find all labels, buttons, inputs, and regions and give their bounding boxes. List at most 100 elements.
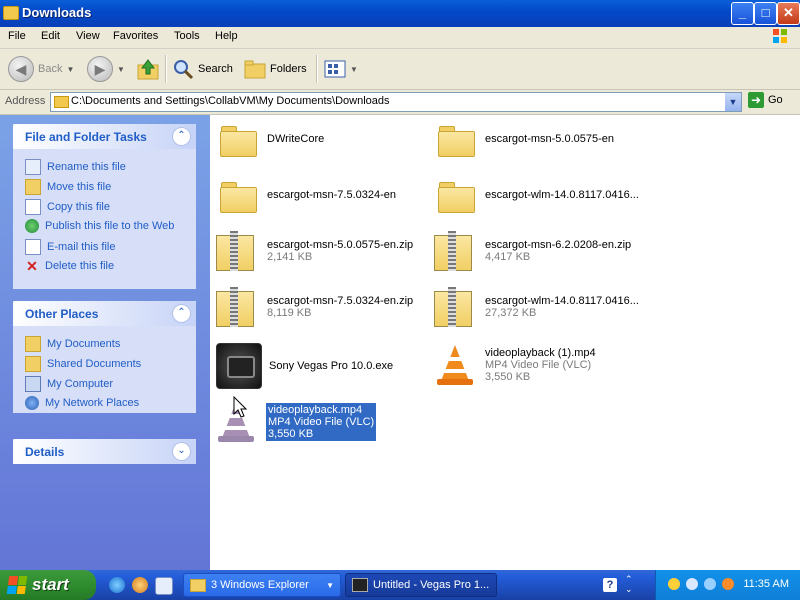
forward-arrow-icon: ▶ bbox=[87, 56, 113, 82]
menu-favorites[interactable]: Favorites bbox=[113, 30, 158, 42]
folders-button[interactable]: Folders bbox=[244, 55, 307, 83]
start-label: start bbox=[32, 575, 69, 594]
maximize-button[interactable]: □ bbox=[754, 2, 777, 25]
list-item-exe[interactable]: Sony Vegas Pro 10.0.exe bbox=[216, 343, 393, 389]
task-copy[interactable]: Copy this file bbox=[25, 199, 110, 215]
place-shared-documents[interactable]: Shared Documents bbox=[25, 356, 141, 372]
title-bar[interactable]: Downloads _ □ ✕ bbox=[0, 0, 800, 27]
expand-chevron-icon[interactable]: ⌄ bbox=[172, 442, 191, 461]
close-button[interactable]: ✕ bbox=[777, 2, 800, 25]
list-item-zip[interactable]: escargot-msn-5.0.0575-en.zip 2,141 KB bbox=[215, 231, 413, 271]
taskbar-button-explorer[interactable]: 3 Windows Explorer ▼ bbox=[183, 573, 341, 597]
windows-logo-icon bbox=[772, 28, 788, 44]
file-list[interactable]: DWriteCore escargot-msn-5.0.0575-en esca… bbox=[211, 115, 800, 570]
chevron-down-icon[interactable]: ▼ bbox=[725, 93, 741, 111]
rename-icon bbox=[25, 159, 41, 175]
menu-help[interactable]: Help bbox=[215, 30, 238, 42]
collapse-chevron-icon[interactable]: ⌃ bbox=[172, 127, 191, 146]
task-rename[interactable]: Rename this file bbox=[25, 159, 126, 175]
vlc-cone-icon bbox=[435, 343, 475, 387]
address-input[interactable]: C:\Documents and Settings\CollabVM\My Do… bbox=[50, 92, 742, 112]
folder-icon bbox=[437, 123, 475, 157]
chevron-down-icon[interactable]: ▼ bbox=[350, 65, 358, 74]
task-label: Delete this file bbox=[45, 260, 115, 272]
show-desktop-icon[interactable] bbox=[155, 577, 173, 595]
views-button[interactable]: ▼ bbox=[324, 55, 358, 83]
menu-file[interactable]: File bbox=[8, 30, 26, 42]
back-button[interactable]: ◀ Back ▼ bbox=[8, 55, 74, 83]
language-bar-arrows-icon[interactable]: ⌃ ⌄ bbox=[625, 574, 633, 594]
search-button[interactable]: Search bbox=[172, 55, 233, 83]
clock[interactable]: 11:35 AM bbox=[743, 578, 789, 590]
globe-icon bbox=[25, 219, 39, 233]
delete-x-icon: ✕ bbox=[26, 258, 38, 274]
update-icon[interactable] bbox=[722, 578, 734, 590]
chevron-down-icon[interactable]: ▼ bbox=[66, 65, 74, 74]
item-name: escargot-wlm-14.0.8117.0416... bbox=[485, 189, 639, 201]
move-icon bbox=[25, 179, 41, 195]
collapse-chevron-icon[interactable]: ⌃ bbox=[172, 304, 191, 323]
chevron-down-icon[interactable]: ▼ bbox=[117, 65, 125, 74]
taskbar-button-vegas[interactable]: Untitled - Vegas Pro 1... bbox=[345, 573, 497, 597]
up-folder-button[interactable] bbox=[136, 55, 160, 83]
help-icon[interactable]: ? bbox=[603, 578, 617, 592]
list-item-zip[interactable]: escargot-msn-6.2.0208-en.zip 4,417 KB bbox=[433, 231, 631, 271]
internet-explorer-icon[interactable] bbox=[109, 577, 125, 593]
search-label: Search bbox=[198, 63, 233, 75]
menu-tools[interactable]: Tools bbox=[174, 30, 200, 42]
back-label: Back bbox=[38, 63, 63, 75]
forward-button[interactable]: ▶ ▼ bbox=[87, 55, 125, 83]
minimize-button[interactable]: _ bbox=[731, 2, 754, 25]
list-item-folder[interactable]: DWriteCore bbox=[219, 123, 325, 157]
folder-icon bbox=[3, 6, 19, 20]
list-item-folder[interactable]: escargot-msn-5.0.0575-en bbox=[437, 123, 614, 157]
media-player-icon[interactable] bbox=[132, 577, 148, 593]
task-email[interactable]: E-mail this file bbox=[25, 239, 115, 255]
chevron-down-icon: ▼ bbox=[326, 580, 334, 590]
mouse-cursor-icon bbox=[233, 396, 247, 418]
security-shield-icon[interactable] bbox=[668, 578, 680, 590]
item-name: videoplayback.mp4 bbox=[268, 404, 363, 416]
list-item-video[interactable]: videoplayback (1).mp4 MP4 Video File (VL… bbox=[435, 343, 596, 387]
place-my-computer[interactable]: My Computer bbox=[25, 376, 113, 392]
network-icon[interactable] bbox=[686, 578, 698, 590]
other-places-panel: Other Places ⌃ My Documents Shared Docum… bbox=[13, 301, 196, 413]
task-label: Copy this file bbox=[47, 201, 110, 213]
details-panel: Details ⌄ bbox=[13, 439, 196, 464]
window-title: Downloads bbox=[22, 5, 92, 20]
folder-icon bbox=[219, 179, 257, 213]
list-item-folder[interactable]: escargot-msn-7.5.0324-en bbox=[219, 179, 396, 213]
search-icon bbox=[174, 60, 194, 80]
task-label: Publish this file to the Web bbox=[45, 220, 175, 232]
item-name: DWriteCore bbox=[267, 133, 325, 145]
volume-icon[interactable] bbox=[704, 578, 716, 590]
task-publish[interactable]: Publish this file to the Web bbox=[25, 219, 174, 233]
list-item-zip[interactable]: escargot-wlm-14.0.8117.0416... 27,372 KB bbox=[433, 287, 639, 327]
zip-folder-icon bbox=[433, 287, 472, 327]
menu-edit[interactable]: Edit bbox=[41, 30, 60, 42]
views-icon bbox=[324, 60, 346, 78]
panel-header[interactable]: File and Folder Tasks ⌃ bbox=[13, 124, 196, 149]
up-folder-icon bbox=[137, 59, 159, 80]
item-name: escargot-wlm-14.0.8117.0416... bbox=[485, 295, 639, 307]
vegas-pro-icon bbox=[216, 343, 262, 389]
panel-header[interactable]: Other Places ⌃ bbox=[13, 301, 196, 326]
list-item-zip[interactable]: escargot-msn-7.5.0324-en.zip 8,119 KB bbox=[215, 287, 413, 327]
back-arrow-icon: ◀ bbox=[8, 56, 34, 82]
start-button[interactable]: start bbox=[0, 570, 96, 600]
go-button[interactable]: ➜ Go bbox=[748, 92, 783, 108]
menu-bar: File Edit View Favorites Tools Help bbox=[0, 27, 800, 49]
toolbar-separator bbox=[316, 55, 318, 83]
system-tray: 11:35 AM bbox=[655, 570, 800, 600]
task-delete[interactable]: ✕ Delete this file bbox=[25, 259, 114, 273]
item-size: 8,119 KB bbox=[267, 307, 312, 319]
folders-label: Folders bbox=[270, 63, 307, 75]
copy-icon bbox=[25, 199, 41, 215]
menu-view[interactable]: View bbox=[76, 30, 100, 42]
panel-header[interactable]: Details ⌄ bbox=[13, 439, 196, 464]
place-my-network[interactable]: My Network Places bbox=[25, 396, 139, 410]
place-my-documents[interactable]: My Documents bbox=[25, 336, 120, 352]
task-move[interactable]: Move this file bbox=[25, 179, 111, 195]
panel-title: Details bbox=[25, 445, 65, 459]
list-item-folder[interactable]: escargot-wlm-14.0.8117.0416... bbox=[437, 179, 639, 213]
